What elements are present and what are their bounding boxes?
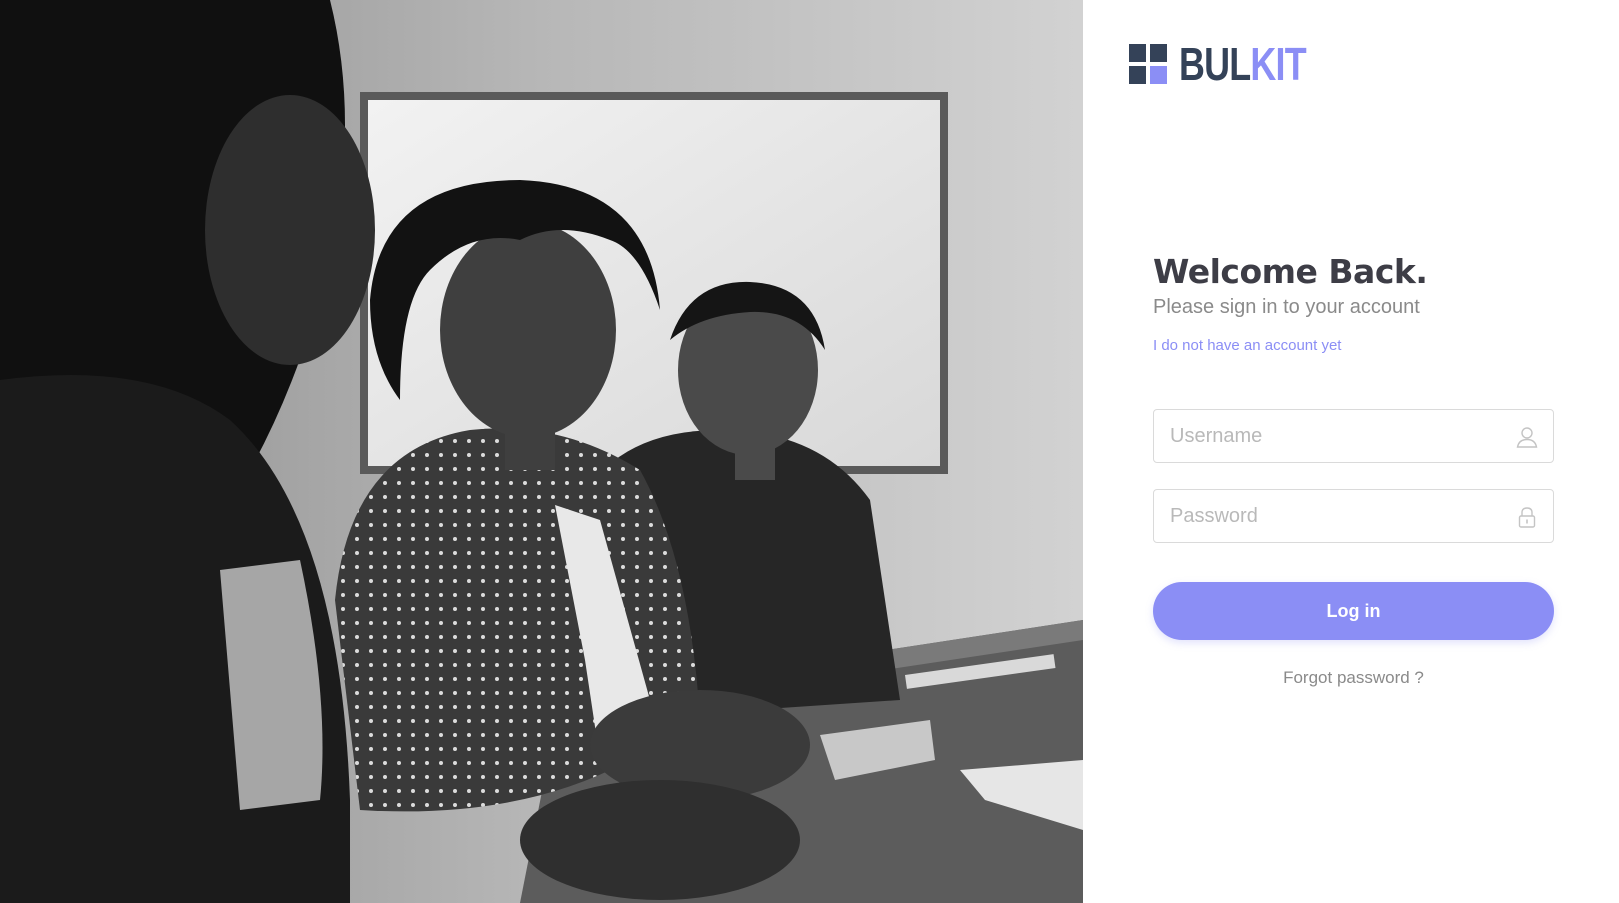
login-panel: BUL KIT Welcome Back. Please sign in to y… — [1083, 0, 1619, 903]
lock-icon — [1518, 507, 1536, 528]
brand-name-part2: KIT — [1250, 38, 1306, 90]
signup-link[interactable]: I do not have an account yet — [1153, 337, 1341, 354]
login-button[interactable]: Log in — [1153, 582, 1554, 640]
brand-name-part1: BUL — [1179, 38, 1251, 90]
username-input[interactable] — [1154, 410, 1553, 462]
brand-wordmark: BUL KIT — [1179, 38, 1307, 90]
brand-logo[interactable]: BUL KIT — [1129, 38, 1342, 90]
hero-photo — [0, 0, 1083, 903]
password-field — [1153, 489, 1554, 543]
meeting-photo-illustration — [0, 0, 1083, 903]
page-subtitle: Please sign in to your account — [1153, 296, 1420, 318]
password-input[interactable] — [1154, 490, 1553, 542]
grid-logo-icon — [1129, 44, 1167, 84]
user-icon — [1516, 427, 1538, 448]
username-field — [1153, 409, 1554, 463]
forgot-password-link[interactable]: Forgot password ? — [1153, 668, 1554, 688]
page-title: Welcome Back. — [1153, 252, 1428, 291]
